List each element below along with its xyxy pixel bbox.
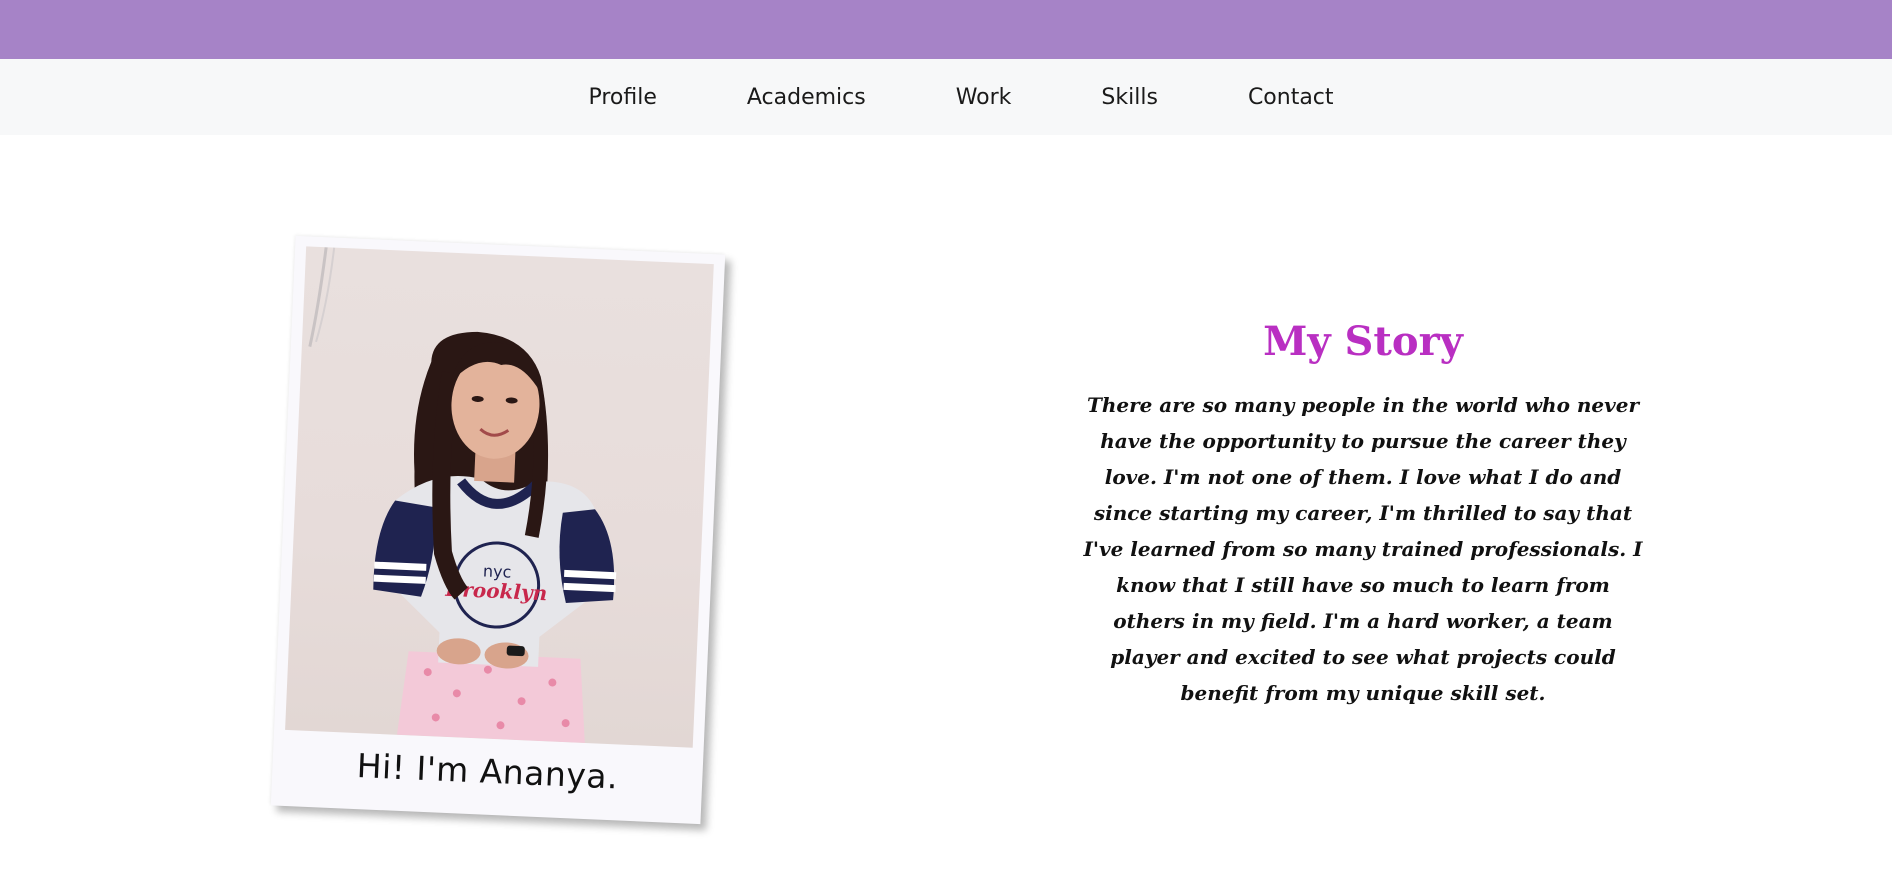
profile-polaroid: nyc Brooklyn Hi! I'm Ananya. bbox=[270, 235, 726, 825]
profile-caption: Hi! I'm Ananya. bbox=[355, 746, 619, 797]
nav-link-work[interactable]: Work bbox=[956, 85, 1012, 110]
my-story-section: My Story There are so many people in the… bbox=[1080, 318, 1646, 711]
nav-link-profile[interactable]: Profile bbox=[588, 85, 656, 110]
story-title: My Story bbox=[1263, 318, 1463, 365]
nav-link-contact[interactable]: Contact bbox=[1248, 85, 1334, 110]
nav-link-academics[interactable]: Academics bbox=[747, 85, 866, 110]
profile-photo: nyc Brooklyn bbox=[285, 246, 714, 748]
nav-link-skills[interactable]: Skills bbox=[1101, 85, 1158, 110]
main-navbar: Profile Academics Work Skills Contact bbox=[0, 59, 1892, 135]
top-banner bbox=[0, 0, 1892, 59]
profile-photo-illustration: nyc Brooklyn bbox=[308, 247, 617, 743]
story-paragraph: There are so many people in the world wh… bbox=[1083, 393, 1643, 705]
